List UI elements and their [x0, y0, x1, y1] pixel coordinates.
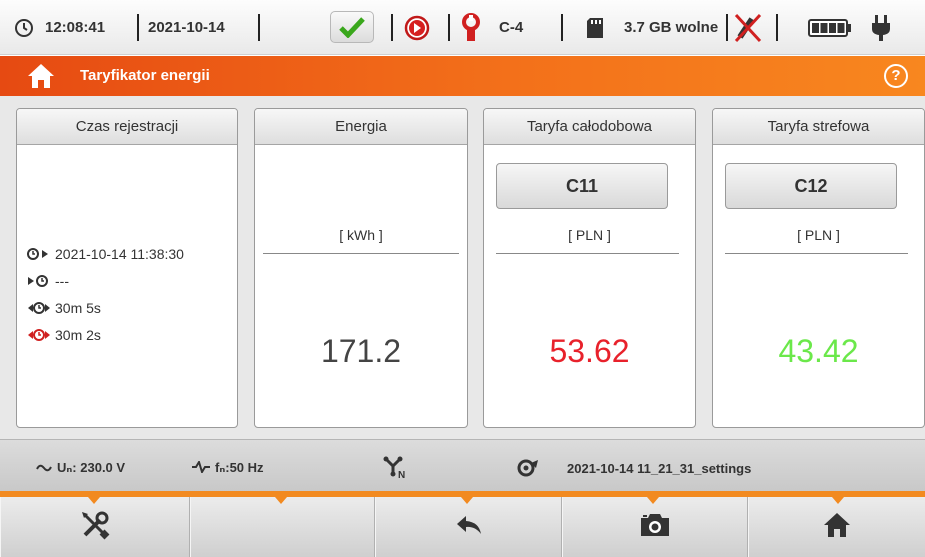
current-clamp-icon	[460, 0, 482, 55]
usb-disabled-icon	[732, 0, 764, 55]
svg-text:N: N	[398, 470, 405, 480]
tariff-c12-button[interactable]: C12	[725, 163, 897, 209]
status-separator	[391, 14, 393, 41]
clock-duration-red-icon	[27, 327, 55, 343]
tariff-zone-title: Taryfa strefowa	[713, 109, 924, 145]
info-bar: Uₙ: 230.0 V fₙ:50 Hz N 2021-10-14 11_21_…	[0, 439, 925, 495]
measured-duration-value: 30m 2s	[55, 327, 101, 343]
main-area: Czas rejestracji 2021-10-14 11:38:30 ---…	[0, 96, 925, 439]
tariff-c11-button[interactable]: C11	[496, 163, 668, 209]
checkmark-icon	[339, 17, 365, 38]
clamp-type-label: C-4	[499, 19, 524, 36]
home-icon	[823, 512, 851, 543]
duration-value: 30m 5s	[55, 300, 101, 316]
clock-duration-icon	[27, 300, 55, 316]
nominal-voltage: Uₙ: 230.0 V	[57, 460, 126, 475]
settings-button[interactable]	[0, 497, 190, 557]
start-time-value: 2021-10-14 11:38:30	[55, 246, 184, 262]
start-time-row: 2021-10-14 11:38:30	[27, 244, 184, 264]
help-icon[interactable]: ?	[884, 64, 908, 88]
status-separator	[258, 14, 260, 41]
frequency-info: fₙ:50 Hz	[192, 440, 264, 496]
registration-time-panel: Czas rejestracji 2021-10-14 11:38:30 ---…	[16, 108, 238, 428]
home-icon[interactable]	[27, 63, 55, 94]
registration-time-title: Czas rejestracji	[17, 109, 237, 145]
energy-panel: Energia [ kWh ] 171.2	[254, 108, 468, 428]
duration-row: 30m 5s	[27, 298, 101, 318]
settings-file-name: 2021-10-14 11_21_31_settings	[567, 460, 752, 476]
record-icon[interactable]	[404, 0, 430, 55]
home-nav-button[interactable]	[748, 497, 925, 557]
status-separator	[561, 14, 563, 41]
back-button[interactable]	[375, 497, 562, 557]
screenshot-button[interactable]	[562, 497, 748, 557]
divider	[496, 253, 679, 254]
measured-duration-row: 30m 2s	[27, 325, 101, 345]
status-separator	[448, 14, 450, 41]
sine-wave-icon	[36, 461, 52, 476]
camera-icon	[639, 512, 671, 543]
tariff-zone-unit: [ PLN ]	[797, 227, 840, 243]
voltage-info: Uₙ: 230.0 V	[36, 440, 125, 496]
nav-notch	[88, 497, 100, 504]
status-separator	[726, 14, 728, 41]
title-bar: Taryfikator energii ?	[0, 56, 925, 96]
status-date: 2021-10-14	[148, 19, 225, 36]
network-type-icon: N	[383, 440, 409, 496]
measurement-ok-button[interactable]	[330, 11, 374, 43]
bottom-navigation	[0, 497, 925, 557]
status-separator	[776, 14, 778, 41]
stop-time-value: ---	[55, 273, 69, 289]
sd-card-icon	[586, 0, 604, 55]
tariff-zone-value: 43.42	[778, 333, 859, 369]
frequency-wave-icon	[192, 459, 210, 476]
battery-icon	[808, 0, 852, 55]
tariff-zone-panel: Taryfa strefowa C12 [ PLN ] 43.42	[712, 108, 925, 428]
power-plug-icon	[870, 0, 892, 55]
tariff-flat-panel: Taryfa całodobowa C11 [ PLN ] 53.62	[483, 108, 696, 428]
nav-notch	[832, 497, 844, 504]
tariff-flat-title: Taryfa całodobowa	[484, 109, 695, 145]
energy-title: Energia	[255, 109, 467, 145]
storage-free-label: 3.7 GB wolne	[624, 19, 719, 36]
clock-icon	[14, 0, 34, 55]
nav-notch	[647, 497, 659, 504]
tariff-flat-unit: [ PLN ]	[568, 227, 611, 243]
divider	[263, 253, 459, 254]
stop-time-row: ---	[27, 271, 69, 291]
status-separator	[137, 14, 139, 41]
nominal-frequency: fₙ:50 Hz	[215, 460, 264, 475]
back-arrow-icon	[455, 514, 483, 541]
settings-tools-icon	[80, 510, 110, 545]
nav-notch	[275, 497, 287, 504]
nav-notch	[461, 497, 473, 504]
tariff-flat-value: 53.62	[549, 333, 630, 369]
status-bar: 12:08:41 2021-10-14 C-4 3.7 GB wolne	[0, 0, 925, 55]
divider	[725, 253, 908, 254]
settings-file-icon	[517, 440, 539, 496]
energy-unit: [ kWh ]	[339, 227, 383, 243]
empty-nav-button[interactable]	[190, 497, 375, 557]
page-title: Taryfikator energii	[80, 67, 210, 84]
clock-start-icon	[27, 246, 55, 262]
status-time: 12:08:41	[45, 19, 106, 36]
energy-value: 171.2	[320, 333, 402, 369]
clock-stop-icon	[27, 273, 55, 289]
